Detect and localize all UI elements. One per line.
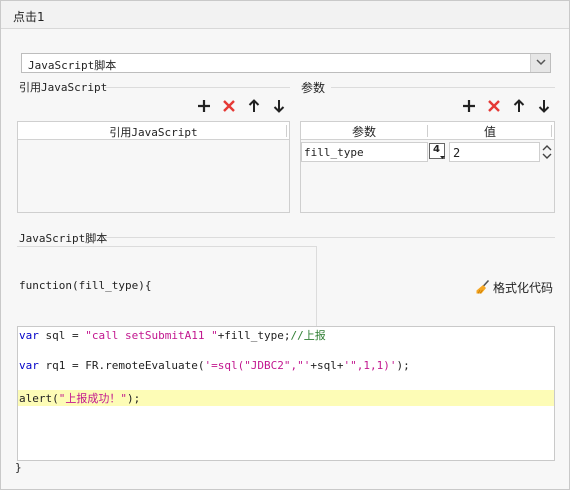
plus-icon <box>463 100 475 112</box>
delete-x-icon <box>488 100 500 112</box>
number-type-icon: 4 <box>433 144 440 155</box>
param-name: fill_type <box>304 146 364 159</box>
arrow-down-icon <box>273 100 285 113</box>
ref-js-add-button[interactable] <box>196 98 212 114</box>
script-section-label: JavaScript脚本 <box>19 232 108 245</box>
code-text: sql = <box>38 329 86 342</box>
ref-js-section-label: 引用JavaScript <box>19 81 108 94</box>
ref-js-move-down-button[interactable] <box>271 98 287 114</box>
column-divider <box>286 125 287 137</box>
ref-js-column-header[interactable]: 引用JavaScript <box>18 124 289 140</box>
code-text: +fill_type; <box>217 329 291 342</box>
params-add-button[interactable] <box>461 98 477 114</box>
chevron-down-icon <box>536 59 546 66</box>
format-code-label: 格式化代码 <box>493 281 554 295</box>
code-editor[interactable]: var sql = "call setSubmitA11 "+fill_type… <box>17 326 555 461</box>
function-signature: function(fill_type){ <box>19 279 152 292</box>
script-type-select[interactable]: JavaScript脚本 <box>21 53 551 73</box>
ref-js-table: 引用JavaScript <box>17 121 290 213</box>
code-text: ); <box>396 359 410 372</box>
params-divider <box>331 87 555 88</box>
plus-icon <box>198 100 210 112</box>
param-value-column-header[interactable]: 值 <box>428 123 552 140</box>
params-table: 参数 值 fill_type 4 2 <box>300 121 555 213</box>
code-line: var sql = "call setSubmitA11 "+fill_type… <box>19 327 326 343</box>
arrow-down-icon <box>538 100 550 113</box>
param-name-column-header[interactable]: 参数 <box>301 123 427 140</box>
code-keyword: var <box>19 359 39 372</box>
code-text: alert( <box>19 392 59 405</box>
closing-brace: } <box>15 461 22 474</box>
code-line: alert("上报成功！"); <box>19 390 140 406</box>
param-value: 2 <box>453 146 461 160</box>
params-table-header: 参数 值 <box>301 122 554 140</box>
ref-js-delete-button[interactable] <box>221 98 237 114</box>
ref-js-move-up-button[interactable] <box>246 98 262 114</box>
small-caret-icon <box>440 156 445 159</box>
code-string: '=sql("JDBC2","' <box>204 359 311 372</box>
script-divider <box>105 237 555 238</box>
code-string: '",1,1)' <box>343 359 397 372</box>
params-move-up-button[interactable] <box>511 98 527 114</box>
script-type-value: JavaScript脚本 <box>28 59 117 72</box>
params-section-label: 参数 <box>301 81 326 95</box>
params-delete-button[interactable] <box>486 98 502 114</box>
dialog: 点击1 JavaScript脚本 引用JavaScript 参数 引用JavaS… <box>0 0 570 490</box>
param-value-input[interactable]: 2 <box>449 142 540 162</box>
params-move-down-button[interactable] <box>536 98 552 114</box>
spinner-up-icon[interactable] <box>542 144 552 151</box>
param-type-selector[interactable]: 4 <box>429 143 445 159</box>
code-string: "上报成功！" <box>58 392 127 405</box>
param-name-cell[interactable]: fill_type <box>301 142 428 162</box>
ref-js-divider <box>105 87 290 88</box>
code-keyword: var <box>19 329 39 342</box>
broom-icon <box>476 279 490 294</box>
code-text: rq1 = FR.remoteEvaluate( <box>38 359 205 372</box>
dropdown-arrow[interactable] <box>530 54 550 72</box>
title-bar: 点击1 <box>1 1 569 29</box>
code-line: var rq1 = FR.remoteEvaluate('=sql("JDBC2… <box>19 359 410 372</box>
column-divider <box>551 125 552 137</box>
arrow-up-icon <box>513 99 525 112</box>
ref-js-table-header: 引用JavaScript <box>18 122 289 140</box>
param-value-spinner[interactable] <box>540 142 554 162</box>
code-comment: //上报 <box>290 329 326 342</box>
code-string: "call setSubmitA11 " <box>85 329 218 342</box>
arrow-up-icon <box>248 99 260 112</box>
spinner-down-icon[interactable] <box>542 153 552 160</box>
code-text: +sql+ <box>310 359 344 372</box>
delete-x-icon <box>223 100 235 112</box>
code-text: ); <box>127 392 141 405</box>
window-title: 点击1 <box>13 10 45 24</box>
